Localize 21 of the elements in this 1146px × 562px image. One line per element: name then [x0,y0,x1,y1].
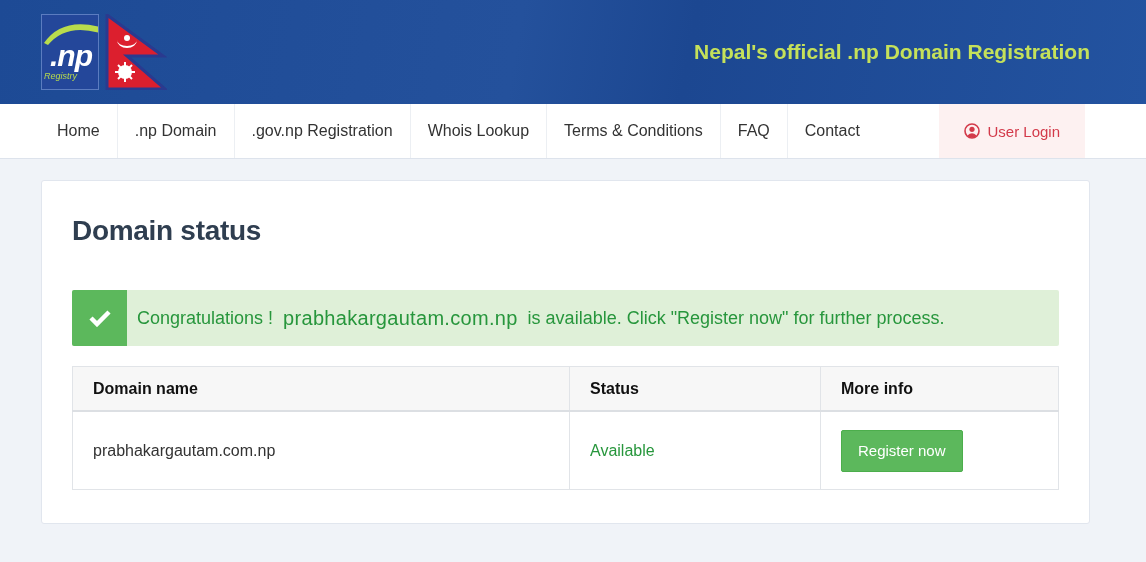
status-cell: Available [569,411,821,490]
nav-link[interactable]: Home [40,104,118,158]
nav-link[interactable]: FAQ [720,104,788,158]
user-icon [964,123,981,139]
user-login-button[interactable]: User Login [939,104,1085,158]
column-header: Status [569,366,821,411]
nav-link[interactable]: .np Domain [117,104,235,158]
site-tagline: Nepal's official .np Domain Registration [694,40,1090,64]
alert-message: Congratulations ! prabhakargautam.com.np is available. Click "Register now" for further process. [136,305,945,331]
domain-cell: prabhakargautam.com.np [72,411,570,490]
page-title: Domain status [72,215,263,247]
logo-subtext: Registry [44,71,77,81]
nav-link[interactable]: Whois Lookup [410,104,548,158]
nav-link[interactable]: Contact [787,104,877,158]
column-header: Domain name [72,366,570,411]
nav-link[interactable]: .gov.np Registration [234,104,411,158]
logo-text: .np [50,39,92,72]
nav-link[interactable]: Terms & Conditions [547,104,721,158]
check-icon [88,309,111,327]
flag-icon [105,14,167,90]
column-header: More info [820,366,1059,411]
